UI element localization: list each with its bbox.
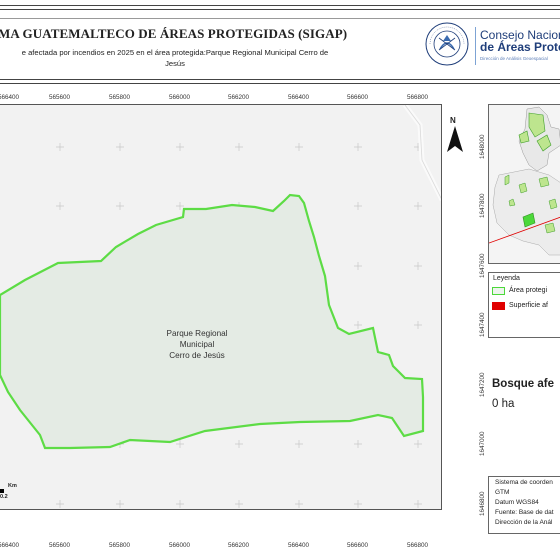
grid-cross: [354, 321, 362, 329]
scale-units: Km: [8, 483, 17, 489]
grid-cross: [414, 262, 422, 270]
x-tick-label: 566000: [169, 542, 191, 549]
x-tick-label: 566000: [169, 94, 191, 101]
y-tick-label: 1647000: [479, 431, 486, 456]
grid-cross: [295, 143, 303, 151]
inset-locator-map[interactable]: [488, 104, 560, 264]
area-label-line-3: Cerro de Jesús: [169, 351, 225, 360]
metadata-box: Sistema de coorden GTM Datum WGS84 Fuent…: [488, 476, 560, 534]
x-tick-label: 565800: [109, 94, 131, 101]
y-tick-label: 1648000: [479, 134, 486, 159]
north-arrow-icon: [447, 126, 463, 152]
grid-cross: [56, 202, 64, 210]
legend-title: Leyenda: [493, 275, 520, 282]
header-rule-bottom-2: [0, 83, 560, 84]
legend-swatch-protected-area: [492, 287, 505, 295]
protected-area-polygon: [0, 193, 425, 450]
grid-cross: [414, 440, 422, 448]
header-rule-top: [0, 5, 560, 6]
grid-cross: [116, 143, 124, 151]
legend: Leyenda Área protegi Superficie af: [488, 272, 560, 338]
map-canvas: Parque Regional Municipal Cerro de Jesús: [0, 105, 441, 508]
info-line-1: Sistema de coorden: [495, 479, 553, 486]
inset-canvas: [489, 106, 560, 256]
x-tick-label: 566400: [288, 94, 310, 101]
grid-cross: [176, 440, 184, 448]
grid-cross: [354, 202, 362, 210]
grid-cross: [176, 143, 184, 151]
grid-cross: [354, 500, 362, 508]
road-line: [403, 105, 441, 202]
subtitle-line-2: Jesús: [165, 59, 185, 68]
info-line-5: Dirección de la Anál: [495, 519, 553, 526]
grid-cross: [354, 440, 362, 448]
y-tick-label: 1647400: [479, 312, 486, 337]
area-label-line-2: Municipal: [180, 340, 215, 349]
grid-cross: [295, 440, 303, 448]
header-rule-top-2: [0, 9, 560, 10]
legend-label-burned-area: Superficie af: [509, 302, 548, 309]
y-tick-label: 1647600: [479, 253, 486, 278]
grid-cross: [354, 262, 362, 270]
grid-cross: [354, 143, 362, 151]
grid-cross: [176, 202, 184, 210]
x-tick-label: 566400: [288, 542, 310, 549]
grid-cross: [116, 500, 124, 508]
grid-cross: [414, 202, 422, 210]
x-tick-label: 566800: [407, 542, 429, 549]
grid-cross: [414, 321, 422, 329]
map-title: MA GUATEMALTECO DE ÁREAS PROTEGIDAS (SIG…: [0, 26, 348, 41]
grid-cross: [295, 500, 303, 508]
main-map[interactable]: Parque Regional Municipal Cerro de Jesús: [0, 104, 442, 510]
y-tick-label: 1647800: [479, 193, 486, 218]
x-tick-label: 566600: [347, 542, 369, 549]
x-tick-label: 566200: [228, 94, 250, 101]
area-label-line-1: Parque Regional: [167, 329, 228, 338]
grid-cross: [116, 202, 124, 210]
scale-value: 0.2: [0, 494, 8, 500]
x-tick-label: 565600: [49, 542, 71, 549]
grid-cross: [235, 500, 243, 508]
x-tick-label: 566200: [228, 542, 250, 549]
grid-cross: [56, 500, 64, 508]
legend-swatch-burned-area: [492, 302, 505, 310]
grid-cross: [235, 440, 243, 448]
header-rule-mid: [0, 18, 560, 19]
x-tick-label: 566600: [347, 94, 369, 101]
info-line-3: Datum WGS84: [495, 499, 539, 506]
grid-cross: [176, 500, 184, 508]
x-tick-label: 565800: [109, 542, 131, 549]
logo-divider: [475, 27, 476, 65]
legend-label-protected-area: Área protegi: [509, 287, 548, 294]
map-subtitle: e afectada por incendios en 2025 en el á…: [0, 47, 350, 69]
x-tick-label: 566800: [407, 94, 429, 101]
forest-affected-value: 0 ha: [492, 398, 515, 410]
x-tick-label: 566400: [0, 542, 20, 549]
north-arrow-label: N: [450, 116, 456, 125]
guatemala-seal-icon: [425, 22, 469, 66]
y-tick-label: 1647200: [479, 372, 486, 397]
subtitle-line-1: e afectada por incendios en 2025 en el á…: [21, 48, 329, 57]
x-tick-label: 566400: [0, 94, 20, 101]
grid-cross: [414, 500, 422, 508]
x-tick-label: 565600: [49, 94, 71, 101]
header-rule-bottom: [0, 79, 560, 80]
grid-cross: [235, 143, 243, 151]
info-line-2: GTM: [495, 489, 510, 496]
scale-bar: [0, 489, 4, 493]
info-line-4: Fuente: Base de dat: [495, 509, 554, 516]
forest-affected-heading: Bosque afe: [492, 378, 554, 390]
conap-department: Dirección de Análisis Geoespacial: [480, 56, 548, 61]
conap-name-line-2: de Áreas Protegid: [480, 40, 560, 54]
y-tick-label: 1646800: [479, 491, 486, 516]
grid-cross: [56, 143, 64, 151]
